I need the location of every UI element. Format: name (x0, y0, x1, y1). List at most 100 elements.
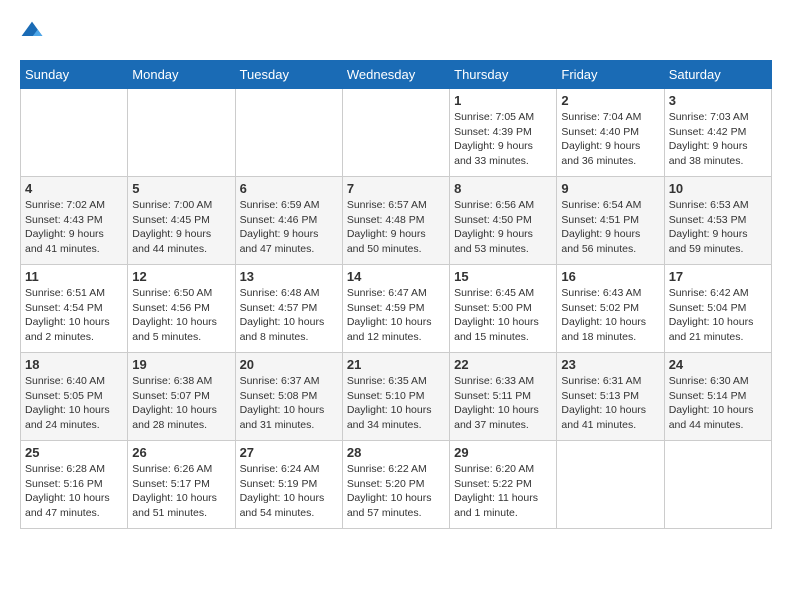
calendar-day-cell (664, 441, 771, 529)
day-info: Sunrise: 6:48 AMSunset: 4:57 PMDaylight:… (240, 286, 338, 345)
calendar-day-cell: 26 Sunrise: 6:26 AMSunset: 5:17 PMDayligh… (128, 441, 235, 529)
day-info: Sunrise: 6:42 AMSunset: 5:04 PMDaylight:… (669, 286, 767, 345)
day-info: Sunrise: 6:26 AMSunset: 5:17 PMDaylight:… (132, 462, 230, 521)
day-number: 8 (454, 181, 552, 196)
calendar-week-row: 25 Sunrise: 6:28 AMSunset: 5:16 PMDayligh… (21, 441, 772, 529)
weekday-header-cell: Saturday (664, 61, 771, 89)
day-info: Sunrise: 6:22 AMSunset: 5:20 PMDaylight:… (347, 462, 445, 521)
day-info: Sunrise: 6:59 AMSunset: 4:46 PMDaylight:… (240, 198, 338, 257)
day-number: 27 (240, 445, 338, 460)
calendar-day-cell (235, 89, 342, 177)
calendar-day-cell: 16 Sunrise: 6:43 AMSunset: 5:02 PMDayligh… (557, 265, 664, 353)
calendar-day-cell: 20 Sunrise: 6:37 AMSunset: 5:08 PMDayligh… (235, 353, 342, 441)
day-number: 6 (240, 181, 338, 196)
day-info: Sunrise: 6:53 AMSunset: 4:53 PMDaylight:… (669, 198, 767, 257)
day-number: 17 (669, 269, 767, 284)
calendar-day-cell: 5 Sunrise: 7:00 AMSunset: 4:45 PMDaylight… (128, 177, 235, 265)
day-info: Sunrise: 6:35 AMSunset: 5:10 PMDaylight:… (347, 374, 445, 433)
calendar-day-cell: 24 Sunrise: 6:30 AMSunset: 5:14 PMDayligh… (664, 353, 771, 441)
day-number: 16 (561, 269, 659, 284)
day-info: Sunrise: 6:40 AMSunset: 5:05 PMDaylight:… (25, 374, 123, 433)
calendar-day-cell: 3 Sunrise: 7:03 AMSunset: 4:42 PMDaylight… (664, 89, 771, 177)
day-info: Sunrise: 6:30 AMSunset: 5:14 PMDaylight:… (669, 374, 767, 433)
day-info: Sunrise: 6:33 AMSunset: 5:11 PMDaylight:… (454, 374, 552, 433)
day-info: Sunrise: 7:05 AMSunset: 4:39 PMDaylight:… (454, 110, 552, 169)
day-number: 2 (561, 93, 659, 108)
day-info: Sunrise: 6:45 AMSunset: 5:00 PMDaylight:… (454, 286, 552, 345)
day-info: Sunrise: 6:43 AMSunset: 5:02 PMDaylight:… (561, 286, 659, 345)
calendar-week-row: 18 Sunrise: 6:40 AMSunset: 5:05 PMDayligh… (21, 353, 772, 441)
weekday-header-cell: Friday (557, 61, 664, 89)
day-number: 26 (132, 445, 230, 460)
calendar-day-cell: 11Sunrise: 6:51 AMSunset: 4:54 PMDayligh… (21, 265, 128, 353)
calendar-day-cell: 2Sunrise: 7:04 AMSunset: 4:40 PMDaylight… (557, 89, 664, 177)
day-number: 22 (454, 357, 552, 372)
calendar-day-cell: 12Sunrise: 6:50 AMSunset: 4:56 PMDayligh… (128, 265, 235, 353)
day-number: 5 (132, 181, 230, 196)
logo-icon (20, 20, 44, 44)
calendar-day-cell: 4 Sunrise: 7:02 AMSunset: 4:43 PMDaylight… (21, 177, 128, 265)
calendar-day-cell: 13 Sunrise: 6:48 AMSunset: 4:57 PMDayligh… (235, 265, 342, 353)
day-info: Sunrise: 6:37 AMSunset: 5:08 PMDaylight:… (240, 374, 338, 433)
calendar-day-cell (21, 89, 128, 177)
calendar-week-row: 4 Sunrise: 7:02 AMSunset: 4:43 PMDaylight… (21, 177, 772, 265)
day-number: 18 (25, 357, 123, 372)
day-info: Sunrise: 6:57 AMSunset: 4:48 PMDaylight:… (347, 198, 445, 257)
day-number: 1 (454, 93, 552, 108)
day-number: 29 (454, 445, 552, 460)
calendar-table: SundayMondayTuesdayWednesdayThursdayFrid… (20, 60, 772, 529)
weekday-header-cell: Thursday (450, 61, 557, 89)
calendar-day-cell: 25 Sunrise: 6:28 AMSunset: 5:16 PMDayligh… (21, 441, 128, 529)
calendar-day-cell: 18 Sunrise: 6:40 AMSunset: 5:05 PMDayligh… (21, 353, 128, 441)
day-number: 14 (347, 269, 445, 284)
calendar-day-cell: 21 Sunrise: 6:35 AMSunset: 5:10 PMDayligh… (342, 353, 449, 441)
day-info: Sunrise: 6:20 AMSunset: 5:22 PMDaylight:… (454, 462, 552, 521)
calendar-day-cell: 10 Sunrise: 6:53 AMSunset: 4:53 PMDayligh… (664, 177, 771, 265)
weekday-header-cell: Monday (128, 61, 235, 89)
day-info: Sunrise: 7:02 AMSunset: 4:43 PMDaylight:… (25, 198, 123, 257)
day-number: 7 (347, 181, 445, 196)
calendar-day-cell: 7 Sunrise: 6:57 AMSunset: 4:48 PMDaylight… (342, 177, 449, 265)
day-number: 15 (454, 269, 552, 284)
day-info: Sunrise: 6:54 AMSunset: 4:51 PMDaylight:… (561, 198, 659, 257)
calendar-day-cell: 28 Sunrise: 6:22 AMSunset: 5:20 PMDayligh… (342, 441, 449, 529)
day-info: Sunrise: 6:28 AMSunset: 5:16 PMDaylight:… (25, 462, 123, 521)
weekday-header-row: SundayMondayTuesdayWednesdayThursdayFrid… (21, 61, 772, 89)
weekday-header-cell: Wednesday (342, 61, 449, 89)
day-number: 10 (669, 181, 767, 196)
day-info: Sunrise: 6:56 AMSunset: 4:50 PMDaylight:… (454, 198, 552, 257)
day-number: 12 (132, 269, 230, 284)
day-number: 4 (25, 181, 123, 196)
calendar-day-cell (342, 89, 449, 177)
day-number: 20 (240, 357, 338, 372)
calendar-body: 1 Sunrise: 7:05 AMSunset: 4:39 PMDaylight… (21, 89, 772, 529)
day-number: 21 (347, 357, 445, 372)
calendar-day-cell: 15 Sunrise: 6:45 AMSunset: 5:00 PMDayligh… (450, 265, 557, 353)
day-number: 25 (25, 445, 123, 460)
day-number: 3 (669, 93, 767, 108)
calendar-day-cell: 17 Sunrise: 6:42 AMSunset: 5:04 PMDayligh… (664, 265, 771, 353)
day-info: Sunrise: 6:24 AMSunset: 5:19 PMDaylight:… (240, 462, 338, 521)
calendar-day-cell: 27 Sunrise: 6:24 AMSunset: 5:19 PMDayligh… (235, 441, 342, 529)
day-number: 23 (561, 357, 659, 372)
calendar-week-row: 1 Sunrise: 7:05 AMSunset: 4:39 PMDaylight… (21, 89, 772, 177)
calendar-day-cell: 6 Sunrise: 6:59 AMSunset: 4:46 PMDaylight… (235, 177, 342, 265)
calendar-week-row: 11Sunrise: 6:51 AMSunset: 4:54 PMDayligh… (21, 265, 772, 353)
calendar-day-cell (128, 89, 235, 177)
day-info: Sunrise: 6:38 AMSunset: 5:07 PMDaylight:… (132, 374, 230, 433)
day-info: Sunrise: 6:51 AMSunset: 4:54 PMDaylight:… (25, 286, 123, 345)
day-number: 28 (347, 445, 445, 460)
day-info: Sunrise: 7:00 AMSunset: 4:45 PMDaylight:… (132, 198, 230, 257)
day-info: Sunrise: 6:47 AMSunset: 4:59 PMDaylight:… (347, 286, 445, 345)
page-header (20, 20, 772, 44)
calendar-day-cell: 8 Sunrise: 6:56 AMSunset: 4:50 PMDaylight… (450, 177, 557, 265)
day-number: 19 (132, 357, 230, 372)
calendar-day-cell: 22 Sunrise: 6:33 AMSunset: 5:11 PMDayligh… (450, 353, 557, 441)
day-info: Sunrise: 7:03 AMSunset: 4:42 PMDaylight:… (669, 110, 767, 169)
day-info: Sunrise: 6:31 AMSunset: 5:13 PMDaylight:… (561, 374, 659, 433)
day-number: 24 (669, 357, 767, 372)
calendar-day-cell (557, 441, 664, 529)
calendar-day-cell: 29 Sunrise: 6:20 AMSunset: 5:22 PMDayligh… (450, 441, 557, 529)
logo (20, 20, 46, 44)
day-number: 13 (240, 269, 338, 284)
